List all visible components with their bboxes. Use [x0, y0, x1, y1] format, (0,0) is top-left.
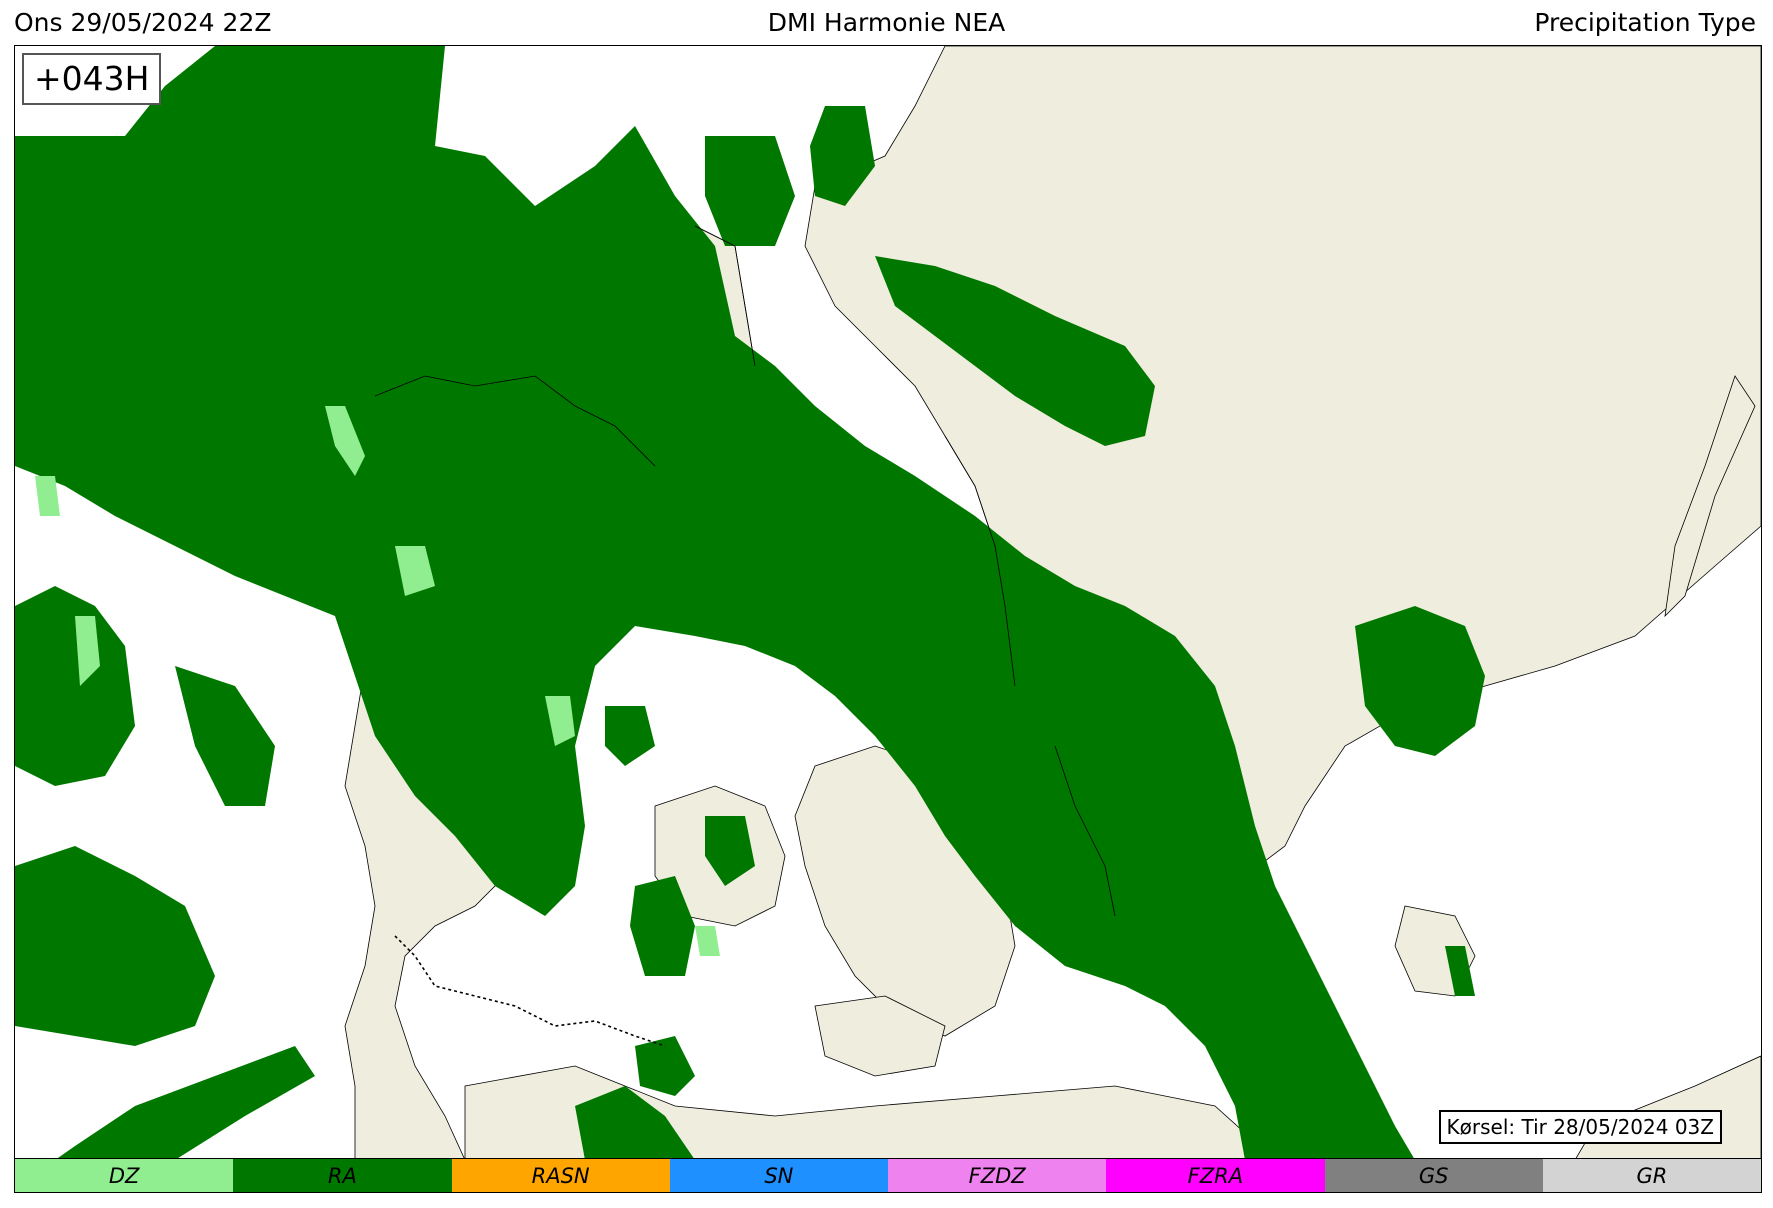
precip-type-legend: DZ RA RASN SN FZDZ FZRA GS GR: [14, 1158, 1762, 1193]
map-canvas: [15, 46, 1761, 1160]
legend-item-sn: SN: [669, 1159, 888, 1192]
product-title: Precipitation Type: [1534, 8, 1756, 37]
border-dk-de: [394, 935, 666, 1047]
rain-south-cell-2: [635, 1036, 695, 1096]
rain-north-cell-3: [705, 136, 795, 246]
legend-item-rasn: RASN: [451, 1159, 670, 1192]
lead-time-label: +043H: [22, 53, 162, 105]
rain-sw-cell: [15, 846, 215, 1046]
rain-west-cell-2: [175, 666, 275, 806]
legend-item-fzdz: FZDZ: [888, 1159, 1107, 1192]
map-panel: [14, 45, 1762, 1161]
model-name-label: DMI Harmonie NEA: [767, 8, 1006, 37]
legend-item-ra: RA: [233, 1159, 452, 1192]
rain-sw-strip: [55, 1046, 315, 1160]
legend-item-fzra: FZRA: [1106, 1159, 1325, 1192]
model-run-label: Kørsel: Tir 28/05/2024 03Z: [1438, 1110, 1722, 1144]
legend-item-dz: DZ: [15, 1159, 234, 1192]
rain-jutland-cell: [605, 706, 655, 766]
legend-item-gs: GS: [1324, 1159, 1543, 1192]
land-poland: [1574, 1055, 1761, 1160]
legend-item-gr: GR: [1542, 1159, 1761, 1192]
drizzle-patch-5: [695, 926, 720, 956]
rain-east-cell: [1355, 606, 1485, 756]
